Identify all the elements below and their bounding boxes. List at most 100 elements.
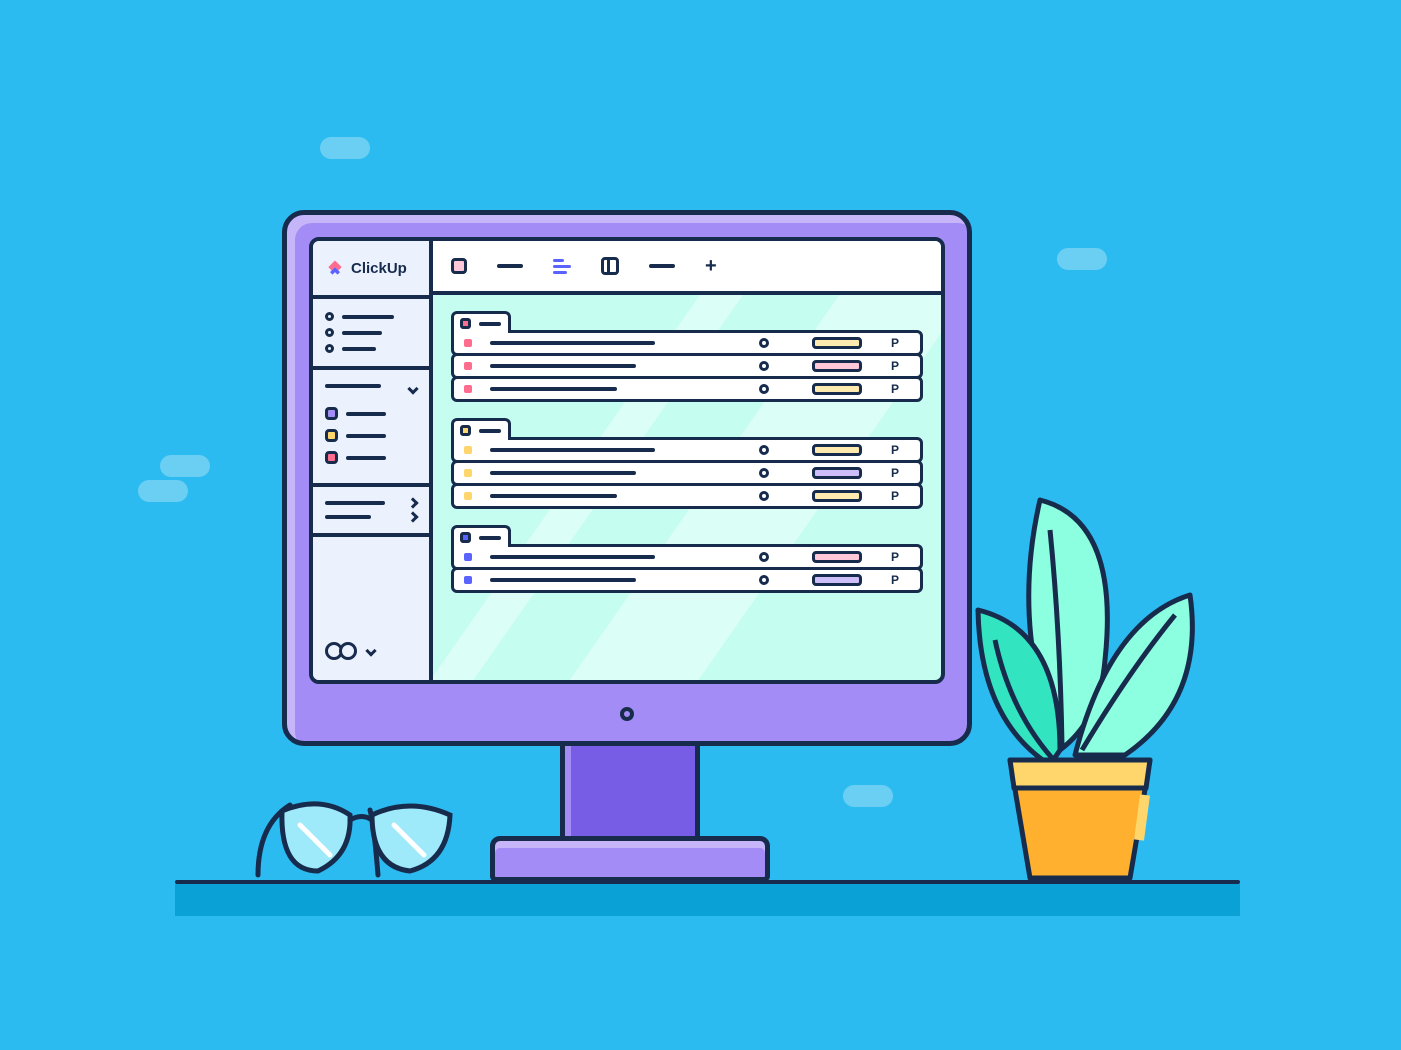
task-tag[interactable] [812, 360, 862, 372]
task-group: P P P [451, 311, 923, 402]
task-tag[interactable] [812, 383, 862, 395]
task-group-header[interactable] [451, 525, 511, 547]
task-title-placeholder [490, 341, 655, 345]
sidebar-nav-section [313, 299, 429, 370]
task-group: P P [451, 525, 923, 593]
sidebar-space-item[interactable] [325, 429, 417, 442]
cloud-decoration [320, 137, 370, 159]
status-label-placeholder [479, 322, 501, 326]
priority-flag-icon[interactable]: P [880, 336, 910, 350]
task-row[interactable]: P [451, 483, 923, 509]
avatar [339, 642, 357, 660]
app-screen: ClickUp [309, 237, 945, 684]
task-status-dot [464, 385, 472, 393]
space-label-placeholder [346, 434, 386, 438]
priority-flag-icon[interactable]: P [880, 573, 910, 587]
priority-flag-icon[interactable]: P [880, 382, 910, 396]
clickup-logo-icon [325, 258, 345, 278]
cloud-decoration [138, 480, 188, 502]
cloud-decoration [843, 785, 893, 807]
task-title-placeholder [490, 448, 655, 452]
sidebar-folders-section [313, 487, 429, 537]
space-color-icon [325, 407, 338, 420]
space-label-placeholder [346, 456, 386, 460]
view-tab-board[interactable] [601, 257, 619, 275]
task-tag[interactable] [812, 337, 862, 349]
assignee-circle-icon[interactable] [759, 575, 769, 585]
task-title-placeholder [490, 471, 636, 475]
view-tab[interactable] [497, 264, 523, 268]
space-label-placeholder [346, 412, 386, 416]
chevron-down-icon [365, 645, 376, 656]
view-tabs: + [433, 241, 941, 295]
task-tag[interactable] [812, 467, 862, 479]
glasses-decoration [250, 775, 470, 885]
sidebar-spaces-header[interactable] [325, 380, 417, 398]
cloud-decoration [1057, 248, 1107, 270]
space-color-icon [325, 429, 338, 442]
status-color-icon [460, 532, 471, 543]
sidebar: ClickUp [313, 241, 433, 680]
task-status-dot [464, 553, 472, 561]
priority-flag-icon[interactable]: P [880, 466, 910, 480]
task-tag[interactable] [812, 551, 862, 563]
task-status-dot [464, 362, 472, 370]
task-title-placeholder [490, 578, 636, 582]
priority-flag-icon[interactable]: P [880, 359, 910, 373]
sidebar-nav-item[interactable] [325, 328, 417, 337]
square-icon [451, 258, 467, 274]
priority-flag-icon[interactable]: P [880, 550, 910, 564]
task-rows: P P P [451, 330, 923, 402]
add-view-button[interactable]: + [705, 255, 717, 278]
task-status-dot [464, 492, 472, 500]
task-tag[interactable] [812, 574, 862, 586]
task-status-dot [464, 576, 472, 584]
task-rows: P P [451, 544, 923, 593]
sidebar-space-item[interactable] [325, 451, 417, 464]
assignee-circle-icon[interactable] [759, 552, 769, 562]
sidebar-nav-item[interactable] [325, 344, 417, 353]
task-status-dot [464, 469, 472, 477]
task-row[interactable]: P [451, 567, 923, 593]
task-group-header[interactable] [451, 311, 511, 333]
sidebar-folder-item[interactable] [325, 513, 417, 521]
app-name: ClickUp [351, 260, 407, 277]
assignee-circle-icon[interactable] [759, 468, 769, 478]
status-label-placeholder [479, 429, 501, 433]
task-status-dot [464, 446, 472, 454]
chevron-right-icon [407, 511, 418, 522]
timeline-icon [553, 259, 571, 274]
task-rows: P P P [451, 437, 923, 509]
assignee-circle-icon[interactable] [759, 338, 769, 348]
cloud-decoration [160, 455, 210, 477]
task-row[interactable]: P [451, 376, 923, 402]
user-avatars[interactable] [325, 642, 417, 660]
monitor-power-led [620, 707, 634, 721]
task-group-header[interactable] [451, 418, 511, 440]
assignee-circle-icon[interactable] [759, 361, 769, 371]
view-tab-timeline[interactable] [553, 259, 571, 274]
sidebar-spaces-section [313, 370, 429, 487]
task-title-placeholder [490, 387, 617, 391]
task-status-dot [464, 339, 472, 347]
chevron-down-icon [407, 383, 418, 394]
monitor-base [490, 836, 770, 882]
priority-flag-icon[interactable]: P [880, 489, 910, 503]
task-tag[interactable] [812, 444, 862, 456]
assignee-circle-icon[interactable] [759, 445, 769, 455]
task-title-placeholder [490, 494, 617, 498]
assignee-circle-icon[interactable] [759, 491, 769, 501]
sidebar-nav-item[interactable] [325, 312, 417, 321]
view-tab-list[interactable] [451, 258, 467, 274]
sidebar-space-item[interactable] [325, 407, 417, 420]
view-tab[interactable] [649, 264, 675, 268]
assignee-circle-icon[interactable] [759, 384, 769, 394]
chevron-right-icon [407, 497, 418, 508]
sidebar-folder-item[interactable] [325, 499, 417, 507]
space-color-icon [325, 451, 338, 464]
task-list-main: P P P P P P [433, 295, 941, 680]
monitor: ClickUp [282, 210, 972, 746]
monitor-neck [560, 746, 700, 836]
priority-flag-icon[interactable]: P [880, 443, 910, 457]
task-tag[interactable] [812, 490, 862, 502]
